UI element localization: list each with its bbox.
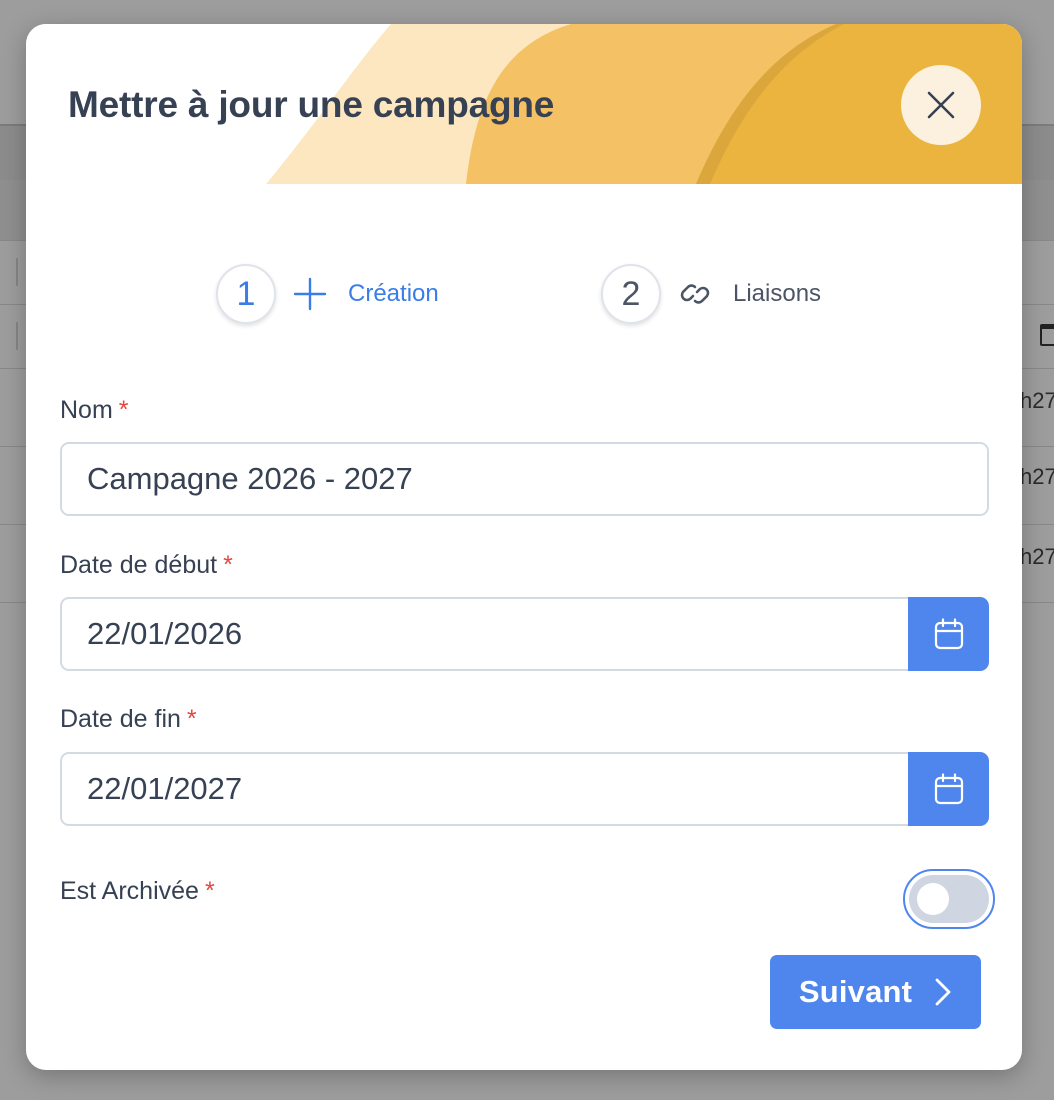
est-archivee-label: Est Archivée *	[60, 877, 215, 906]
date-debut-calendar-button[interactable]	[908, 597, 989, 671]
est-archivee-toggle[interactable]	[903, 869, 995, 929]
modal-title: Mettre à jour une campagne	[68, 84, 555, 125]
nom-input-value: Campagne 2026 - 2027	[87, 461, 413, 496]
date-debut-label-text: Date de début	[60, 551, 218, 579]
background-cell-text: h27	[1020, 544, 1054, 569]
update-campaign-modal: Mettre à jour une campagne 1 Création 2	[26, 24, 1022, 1070]
required-marker: *	[204, 877, 215, 905]
date-fin-value: 22/01/2027	[87, 771, 243, 806]
background-calendar-icon	[1040, 324, 1054, 346]
calendar-icon	[934, 773, 963, 805]
background-cell-text: h27	[1020, 388, 1054, 413]
next-button-label: Suivant	[798, 974, 913, 1009]
step-label: Création	[348, 280, 439, 307]
date-fin-label-text: Date de fin	[60, 705, 181, 733]
link-icon	[677, 276, 713, 312]
background-column-divider	[16, 258, 18, 286]
background-column-divider	[16, 322, 18, 350]
required-marker: *	[118, 396, 129, 424]
required-marker: *	[223, 551, 233, 579]
close-icon	[927, 91, 955, 119]
background-cell-text: h27	[1020, 464, 1054, 489]
toggle-knob	[917, 883, 949, 915]
step-creation[interactable]: 1 Création	[216, 264, 439, 324]
date-debut-value: 22/01/2026	[87, 616, 243, 651]
step-number-circle: 2	[601, 264, 661, 324]
modal-header: Mettre à jour une campagne	[26, 24, 1022, 184]
date-fin-calendar-button[interactable]	[908, 752, 989, 826]
nom-label-text: Nom	[60, 396, 113, 424]
chevron-right-icon	[934, 977, 952, 1007]
close-button[interactable]	[901, 65, 981, 145]
date-debut-label: Date de début *	[60, 551, 233, 580]
date-fin-input[interactable]: 22/01/2027	[60, 752, 910, 826]
step-number-circle: 1	[216, 264, 276, 324]
stepper: 1 Création 2 Liaisons	[26, 264, 1022, 330]
step-label: Liaisons	[733, 280, 822, 307]
date-fin-label: Date de fin *	[60, 705, 197, 734]
required-marker: *	[186, 705, 197, 733]
nom-input[interactable]: Campagne 2026 - 2027	[60, 442, 989, 516]
calendar-icon	[934, 618, 963, 650]
step-liaisons[interactable]: 2 Liaisons	[601, 264, 821, 324]
nom-label: Nom *	[60, 396, 129, 425]
plus-icon	[292, 276, 328, 312]
next-button[interactable]: Suivant	[770, 955, 981, 1029]
toggle-track	[909, 875, 989, 923]
date-debut-input[interactable]: 22/01/2026	[60, 597, 910, 671]
est-archivee-label-text: Est Archivée	[60, 877, 199, 905]
